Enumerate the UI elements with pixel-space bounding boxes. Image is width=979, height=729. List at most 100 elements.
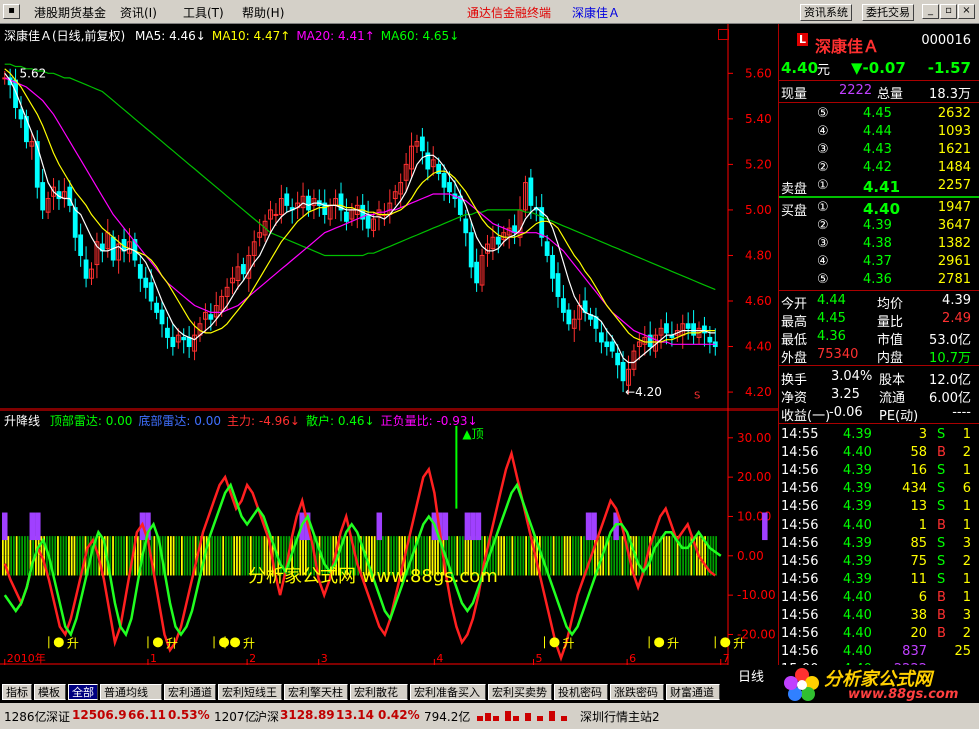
app-title: 通达信金融终端: [467, 6, 552, 20]
volume-bar-down: [511, 555, 514, 576]
buy-level-row: ⑤ 4.36 2781: [779, 271, 979, 289]
volume-bar-down: [24, 555, 26, 576]
tab-6[interactable]: 宏利擎天柱: [284, 684, 348, 700]
tab-2[interactable]: 全部: [68, 684, 98, 700]
now-volume: 2222: [839, 83, 873, 98]
rise-label: 升: [67, 636, 79, 650]
tab-4[interactable]: 宏利通道: [164, 684, 216, 700]
buy-level-index: ⑤: [817, 272, 829, 287]
high-price-label: 5.62: [20, 66, 47, 80]
tab-8[interactable]: 宏利准备买入: [410, 684, 486, 700]
restore-icon[interactable]: ▫: [940, 4, 957, 19]
status-server[interactable]: 深圳行情主站2: [580, 708, 660, 725]
volume-bar-up: [580, 536, 583, 556]
volume-bar-up: [62, 536, 65, 556]
tick-volume: 20: [910, 626, 927, 642]
radar-block: [762, 512, 768, 541]
volume-bar-down: [211, 555, 214, 576]
buy-level-price: 4.36: [863, 272, 892, 287]
tab-5[interactable]: 宏利短线王: [218, 684, 282, 700]
sell-level-row: ② 4.42 1484: [779, 159, 979, 177]
tab-1[interactable]: 模板: [34, 684, 66, 700]
menu-news[interactable]: 资讯(I): [120, 4, 157, 21]
stats2-row: 净资 3.25 流通 6.00亿: [779, 386, 979, 406]
candle-body: [463, 218, 469, 234]
indicator-legend-item: 底部雷达: 0.00: [138, 414, 221, 428]
rise-label: 升: [166, 636, 178, 650]
price-tick-label: 5.40: [745, 112, 772, 126]
minimize-icon[interactable]: _: [922, 4, 939, 19]
volume-bar-down: [503, 555, 505, 576]
tab-12[interactable]: 财富通道: [666, 684, 720, 700]
menu-help[interactable]: 帮助(H): [242, 4, 284, 21]
volume-bar-down: [145, 555, 147, 576]
candle-body: [615, 352, 621, 366]
candle-body: [685, 323, 691, 329]
volume-bar-down: [527, 555, 530, 576]
buy-level-row: ③ 4.38 1382: [779, 235, 979, 253]
tick-volume: 75: [910, 553, 927, 569]
watermark-text: 分析家公式网 www.88gs.com: [248, 566, 498, 587]
buy-level-row: ② 4.39 3647: [779, 217, 979, 235]
menu-hk-futures[interactable]: 港股期货基金: [34, 4, 106, 21]
news-system-button[interactable]: 资讯系统: [800, 4, 852, 21]
tick-row: 14:56 4.40 1 B 1: [779, 517, 979, 535]
volume-bar-down: [156, 555, 158, 576]
tab-3[interactable]: 普通均线: [100, 684, 162, 700]
buy-level-index: ②: [817, 218, 829, 233]
volume-bar-down: [21, 555, 24, 576]
status-bar: 1286亿 深证 12506.9 66.11 0.53% 1207亿 沪深 31…: [0, 703, 979, 729]
tick-time: 14:56: [781, 608, 819, 623]
trade-button[interactable]: 委托交易: [862, 4, 914, 21]
price-change: ▼-0.07: [851, 59, 906, 77]
close-icon[interactable]: ×: [958, 4, 975, 19]
buy-level-index: ①: [817, 200, 829, 215]
indicator-chart[interactable]: 30.00 20.00 10.00 0.00 -10.00 -20.00 ▲顶升升升升升升 2…: [0, 409, 778, 685]
volume-bar-up: [324, 536, 326, 556]
tick-row: 14:56 4.39 434 S 6: [779, 480, 979, 498]
tick-count: 25: [954, 644, 971, 660]
volume-bar-up: [508, 536, 511, 556]
stat-label: 收益(一): [781, 409, 831, 424]
rise-dot: [549, 637, 560, 648]
chart-maximize-icon[interactable]: [718, 29, 729, 40]
candle-body: [598, 332, 604, 343]
candle-body: [306, 195, 311, 211]
kline-chart[interactable]: 5.60 5.40 5.20 5.00 4.80 4.60 4.40 4.20 5.62 ←4.2…: [0, 24, 778, 410]
stat-value: -0.06: [829, 405, 863, 420]
app-menu-icon[interactable]: ▪: [3, 4, 20, 19]
tick-volume: 434: [902, 481, 927, 497]
buy-level-index: ③: [817, 236, 829, 251]
indicator-tick-label: 20.00: [737, 470, 771, 484]
tick-side: S: [937, 481, 946, 497]
tab-0[interactable]: 指标: [2, 684, 32, 700]
volume-bar-up: [395, 536, 398, 556]
candle-body: [273, 213, 279, 216]
volume-bar-down: [238, 555, 241, 576]
volume-bar-down: [236, 555, 238, 576]
candle-body: [702, 325, 707, 334]
kline-chart-svg: 5.60 5.40 5.20 5.00 4.80 4.60 4.40 4.20 5.62 ←4.2…: [0, 24, 778, 410]
sell-level-row: ④ 4.44 1093: [779, 123, 979, 141]
volume-bar-up: [26, 536, 29, 556]
tick-row: 14:56 4.39 75 S 2: [779, 553, 979, 571]
bid-ask-divider: [779, 196, 979, 198]
menu-tools[interactable]: 工具(T): [183, 4, 224, 21]
volume-bar-down: [673, 555, 676, 576]
tab-7[interactable]: 宏利散花: [350, 684, 408, 700]
volume-bar-up: [668, 536, 671, 556]
buy-level-price: 4.39: [863, 218, 892, 233]
candle-body: [468, 232, 474, 268]
volume-bar-up: [599, 536, 602, 556]
sell-level-volume: 2632: [937, 106, 971, 121]
sell-level-volume: 1093: [937, 124, 971, 139]
price-tick-label: 4.80: [745, 248, 772, 262]
volume-bar-up: [643, 536, 646, 556]
candle-body: [561, 298, 566, 313]
tab-10[interactable]: 投机密码: [554, 684, 608, 700]
volume-bar-down: [134, 555, 136, 576]
volume-bar-up: [65, 536, 68, 556]
current-stock-title: 深康佳Ａ: [572, 6, 621, 20]
tab-9[interactable]: 宏利买卖势: [488, 684, 552, 700]
tab-11[interactable]: 涨跌密码: [610, 684, 664, 700]
